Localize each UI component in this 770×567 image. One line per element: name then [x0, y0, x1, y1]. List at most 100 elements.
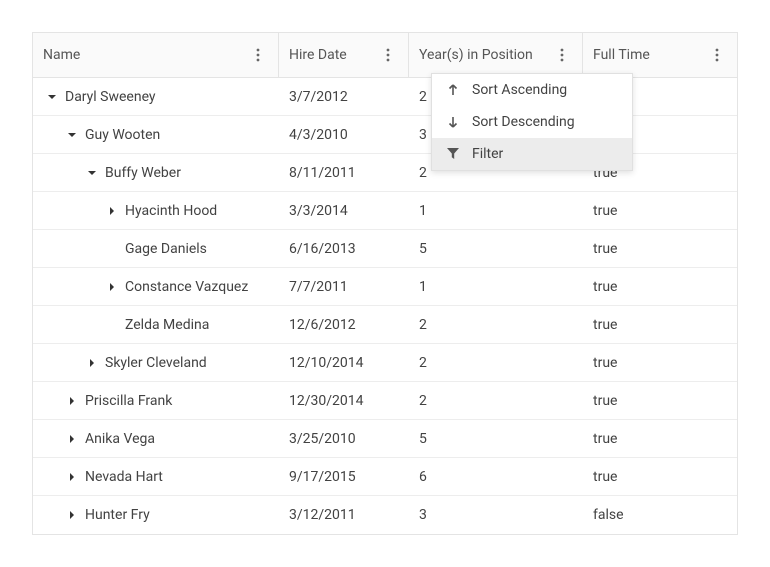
more-vertical-icon[interactable] — [248, 45, 268, 65]
full-time-value: true — [593, 393, 617, 409]
table-row[interactable]: Priscilla Frank 12/30/2014 2 true — [33, 382, 737, 420]
cell-full-time: true — [583, 306, 737, 343]
row-name-label: Nevada Hart — [85, 469, 163, 485]
row-name-label: Zelda Medina — [125, 317, 209, 333]
cell-years: 6 — [409, 458, 583, 495]
cell-name: Anika Vega — [33, 420, 279, 457]
more-vertical-icon[interactable] — [378, 45, 398, 65]
cell-years: 5 — [409, 230, 583, 267]
collapse-icon[interactable] — [45, 90, 59, 104]
expand-icon[interactable] — [105, 280, 119, 294]
years-value: 2 — [419, 393, 427, 409]
years-value: 5 — [419, 431, 427, 447]
table-row[interactable]: Zelda Medina 12/6/2012 2 true — [33, 306, 737, 344]
full-time-value: true — [593, 469, 617, 485]
cell-hire-date: 3/25/2010 — [279, 420, 409, 457]
row-name-label: Gage Daniels — [125, 241, 207, 257]
header-row: Name Hire Date Year(s) in Position Full … — [33, 33, 737, 78]
cell-full-time: true — [583, 192, 737, 229]
table-row[interactable]: Gage Daniels 6/16/2013 5 true — [33, 230, 737, 268]
cell-name: Priscilla Frank — [33, 382, 279, 419]
years-value: 2 — [419, 165, 427, 181]
years-value: 3 — [419, 507, 427, 523]
table-row[interactable]: Hunter Fry 3/12/2011 3 false — [33, 496, 737, 534]
row-name-label: Hyacinth Hood — [125, 203, 217, 219]
column-label: Hire Date — [289, 47, 378, 63]
cell-hire-date: 6/16/2013 — [279, 230, 409, 267]
years-value: 2 — [419, 317, 427, 333]
full-time-value: true — [593, 431, 617, 447]
table-row[interactable]: Hyacinth Hood 3/3/2014 1 true — [33, 192, 737, 230]
table-row[interactable]: Skyler Cleveland12/10/20142true — [33, 344, 737, 382]
table-row[interactable]: Anika Vega3/25/2010 5 true — [33, 420, 737, 458]
cell-full-time: true — [583, 268, 737, 305]
column-header-full-time[interactable]: Full Time — [583, 33, 737, 77]
menu-item-label: Filter — [472, 146, 503, 162]
years-value: 1 — [419, 203, 427, 219]
column-header-hire-date[interactable]: Hire Date — [279, 33, 409, 77]
table-row[interactable]: Nevada Hart 9/17/2015 6 true — [33, 458, 737, 496]
row-name-label: Constance Vazquez — [125, 279, 248, 295]
years-value: 5 — [419, 241, 427, 257]
expand-icon[interactable] — [85, 356, 99, 370]
years-value: 1 — [419, 279, 427, 295]
expand-icon[interactable] — [65, 470, 79, 484]
collapse-icon[interactable] — [85, 166, 99, 180]
cell-name: Hunter Fry — [33, 496, 279, 534]
menu-item-sort-ascending[interactable]: Sort Ascending — [432, 74, 632, 106]
menu-item-filter[interactable]: Filter — [432, 138, 632, 170]
full-time-value: true — [593, 317, 617, 333]
hire-date-value: 3/7/2012 — [289, 89, 348, 105]
column-header-years[interactable]: Year(s) in Position — [409, 33, 583, 77]
column-label: Name — [43, 47, 248, 63]
hire-date-value: 9/17/2015 — [289, 469, 356, 485]
menu-item-label: Sort Descending — [472, 114, 575, 130]
hire-date-value: 12/30/2014 — [289, 393, 364, 409]
cell-hire-date: 3/3/2014 — [279, 192, 409, 229]
cell-full-time: false — [583, 496, 737, 534]
column-context-menu: Sort Ascending Sort Descending Filter — [431, 73, 633, 171]
hire-date-value: 3/12/2011 — [289, 507, 356, 523]
full-time-value: true — [593, 279, 617, 295]
hire-date-value: 3/3/2014 — [289, 203, 348, 219]
cell-hire-date: 3/7/2012 — [279, 78, 409, 115]
cell-full-time: true — [583, 458, 737, 495]
cell-hire-date: 8/11/2011 — [279, 154, 409, 191]
row-name-label: Guy Wooten — [85, 127, 160, 143]
arrow-down-icon — [444, 116, 462, 128]
expand-icon[interactable] — [65, 432, 79, 446]
filter-icon — [444, 148, 462, 160]
cell-years: 2 — [409, 306, 583, 343]
cell-full-time: true — [583, 230, 737, 267]
menu-item-sort-descending[interactable]: Sort Descending — [432, 106, 632, 138]
full-time-value: true — [593, 355, 617, 371]
cell-name: Daryl Sweeney — [33, 78, 279, 115]
column-label: Year(s) in Position — [419, 47, 552, 63]
cell-hire-date: 12/6/2012 — [279, 306, 409, 343]
hire-date-value: 6/16/2013 — [289, 241, 356, 257]
cell-years: 1 — [409, 192, 583, 229]
cell-hire-date: 12/10/2014 — [279, 344, 409, 381]
more-vertical-icon[interactable] — [552, 45, 572, 65]
table-row[interactable]: Constance Vazquez 7/7/2011 1 true — [33, 268, 737, 306]
cell-full-time: true — [583, 420, 737, 457]
cell-hire-date: 9/17/2015 — [279, 458, 409, 495]
cell-full-time: true — [583, 344, 737, 381]
row-name-label: Priscilla Frank — [85, 393, 172, 409]
cell-hire-date: 7/7/2011 — [279, 268, 409, 305]
cell-name: Constance Vazquez — [33, 268, 279, 305]
hire-date-value: 7/7/2011 — [289, 279, 348, 295]
column-header-name[interactable]: Name — [33, 33, 279, 77]
cell-hire-date: 12/30/2014 — [279, 382, 409, 419]
expand-icon[interactable] — [105, 204, 119, 218]
cell-name: Zelda Medina — [33, 306, 279, 343]
more-vertical-icon[interactable] — [707, 45, 727, 65]
column-label: Full Time — [593, 47, 707, 63]
expand-icon[interactable] — [65, 508, 79, 522]
cell-name: Skyler Cleveland — [33, 344, 279, 381]
hire-date-value: 12/10/2014 — [289, 355, 364, 371]
collapse-icon[interactable] — [65, 128, 79, 142]
expand-icon[interactable] — [65, 394, 79, 408]
cell-name: Gage Daniels — [33, 230, 279, 267]
cell-full-time: true — [583, 382, 737, 419]
